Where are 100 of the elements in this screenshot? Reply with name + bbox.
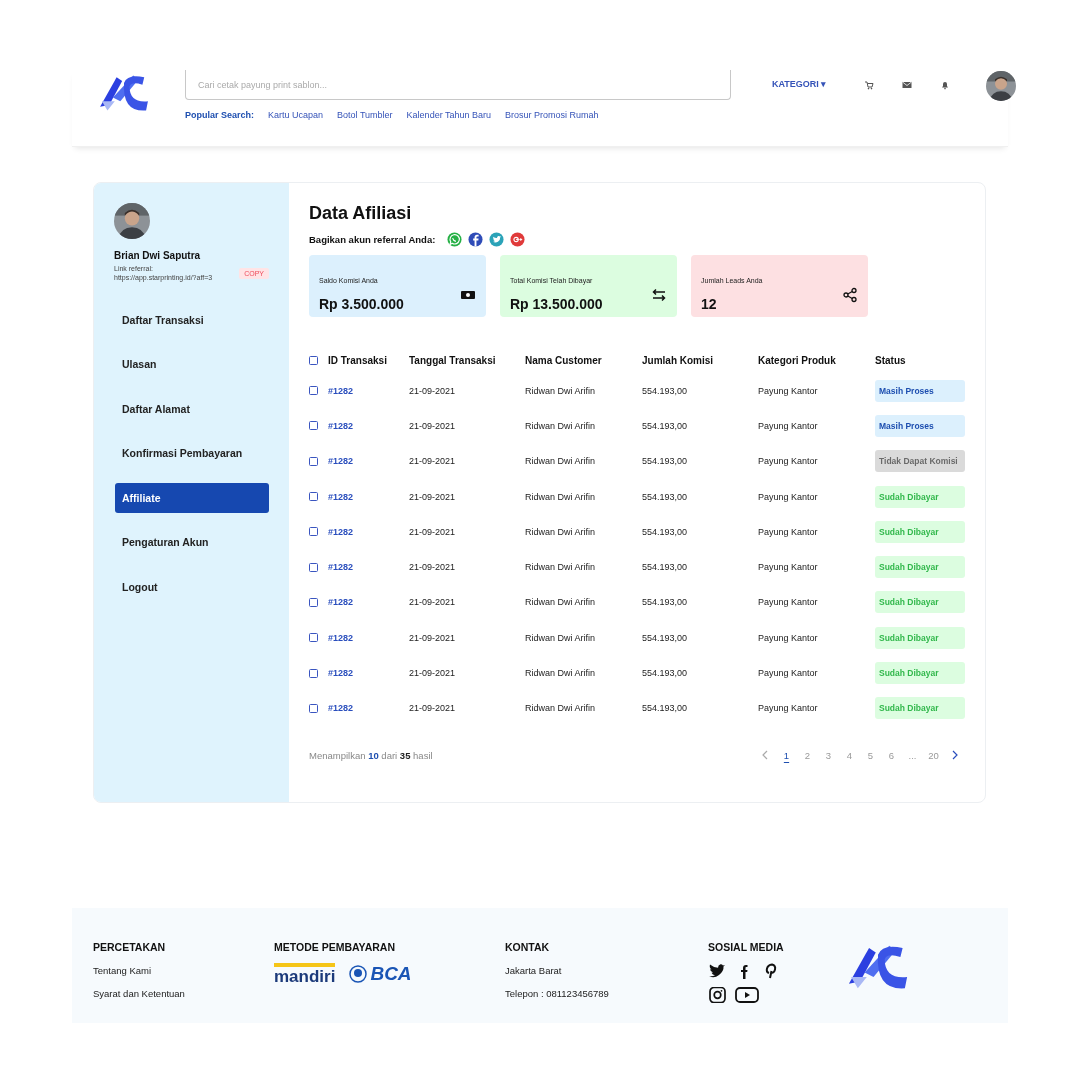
- menu-item[interactable]: Daftar Alamat: [115, 393, 269, 424]
- transaction-id-link[interactable]: #1282: [328, 703, 354, 714]
- status-badge: Sudah Dibayar: [875, 626, 965, 649]
- footer-link[interactable]: Tentang Kami: [93, 965, 274, 976]
- status-badge: Masih Proses: [875, 414, 965, 437]
- page-title: Data Afiliasi: [309, 203, 413, 224]
- table-cell: 554.193,00: [642, 420, 688, 431]
- checkbox[interactable]: [309, 562, 318, 572]
- column-header: Tanggal Transaksi: [409, 353, 497, 368]
- status-badge: Tidak Dapat Komisi: [875, 450, 965, 473]
- table-cell: Ridwan Dwi Arifin: [525, 562, 596, 573]
- popular-search-link[interactable]: Kartu Ucapan: [268, 110, 324, 120]
- status-badge: Sudah Dibayar: [875, 662, 965, 684]
- google-plus-icon[interactable]: [510, 232, 526, 247]
- menu-item[interactable]: Ulasan: [115, 349, 269, 379]
- popular-search-link[interactable]: Brosur Promosi Rumah: [505, 110, 599, 120]
- menu-item[interactable]: Affiliate: [115, 482, 269, 513]
- table-cell: 21-09-2021: [409, 668, 456, 678]
- footer-heading: SOSIAL MEDIA: [708, 941, 785, 953]
- bell-icon[interactable]: [940, 80, 951, 90]
- cart-icon[interactable]: [864, 80, 875, 90]
- bank-logo: mandiri: [274, 963, 336, 985]
- table-cell: 21-09-2021: [409, 456, 456, 467]
- transaction-id-link[interactable]: #1282: [328, 491, 354, 502]
- checkbox[interactable]: [309, 492, 318, 502]
- popular-search-link[interactable]: Botol Tumbler: [337, 110, 393, 120]
- menu-item[interactable]: Daftar Transaksi: [115, 304, 269, 335]
- table-cell: Ridwan Dwi Arifin: [525, 668, 596, 678]
- table-cell: Ridwan Dwi Arifin: [525, 597, 596, 608]
- table-cell: Payung Kantor: [758, 526, 818, 537]
- column-header: Nama Customer: [525, 353, 603, 368]
- transaction-id-link[interactable]: #1282: [328, 385, 354, 396]
- profile-name: Brian Dwi Saputra: [114, 250, 202, 261]
- table-cell: Ridwan Dwi Arifin: [525, 456, 596, 467]
- transaction-id-link[interactable]: #1282: [328, 668, 354, 678]
- checkbox[interactable]: [309, 527, 318, 537]
- table-cell: 554.193,00: [642, 668, 688, 678]
- table-cell: 21-09-2021: [409, 562, 456, 573]
- table-cell: Ridwan Dwi Arifin: [525, 632, 596, 643]
- transaction-id-link[interactable]: #1282: [328, 597, 354, 608]
- table-cell: Ridwan Dwi Arifin: [525, 420, 596, 431]
- status-badge: Sudah Dibayar: [875, 556, 965, 579]
- contact-text: Jakarta Barat: [505, 965, 563, 976]
- column-header: Kategori Produk: [758, 353, 837, 368]
- table-cell: 554.193,00: [642, 597, 688, 608]
- status-badge: Sudah Dibayar: [875, 591, 965, 614]
- table-cell: 554.193,00: [642, 526, 688, 537]
- transaction-id-link[interactable]: #1282: [328, 562, 354, 573]
- results-summary: Menampilkan 10 dari 35 hasil: [309, 749, 433, 761]
- checkbox[interactable]: [309, 633, 318, 643]
- transaction-id-link[interactable]: #1282: [328, 632, 354, 643]
- footer-heading: KONTAK: [505, 941, 551, 953]
- popular-search-label: Popular Search:: [185, 110, 255, 120]
- bank-logo: BCA: [349, 963, 412, 985]
- stat-value: 12: [701, 296, 718, 313]
- popular-search-link[interactable]: Kalender Tahun Baru: [406, 110, 491, 120]
- status-badge: Sudah Dibayar: [875, 520, 965, 543]
- search-field[interactable]: Cari cetak payung print sablon...: [185, 70, 731, 100]
- column-header: ID Transaksi: [328, 353, 388, 368]
- table-cell: Payung Kantor: [758, 562, 818, 573]
- table-cell: Payung Kantor: [758, 668, 818, 678]
- youtube-icon[interactable]: [735, 987, 759, 1003]
- chevron-right-icon[interactable]: [950, 750, 959, 761]
- instagram-icon[interactable]: [708, 987, 726, 1003]
- table-cell: 21-09-2021: [409, 420, 456, 431]
- facebook-icon[interactable]: [468, 232, 484, 247]
- checkbox[interactable]: [309, 421, 318, 431]
- checkbox[interactable]: [309, 456, 318, 466]
- whatsapp-icon[interactable]: [447, 232, 463, 247]
- column-header: Status: [875, 353, 907, 368]
- menu-item[interactable]: Konfirmasi Pembayaran: [115, 438, 269, 468]
- table-cell: Payung Kantor: [758, 491, 818, 502]
- transaction-id-link[interactable]: #1282: [328, 420, 354, 431]
- table-cell: Ridwan Dwi Arifin: [525, 491, 596, 502]
- table-cell: Ridwan Dwi Arifin: [525, 385, 596, 396]
- mail-icon[interactable]: [902, 80, 913, 90]
- avatar: [986, 71, 1017, 101]
- menu-item[interactable]: Pengaturan Akun: [115, 527, 269, 557]
- table-cell: Payung Kantor: [758, 632, 818, 643]
- twitter-icon[interactable]: [708, 963, 726, 979]
- category-menu[interactable]: KATEGORI ▾: [772, 79, 827, 89]
- share-icon: [842, 286, 858, 303]
- menu-item[interactable]: Logout: [115, 571, 269, 602]
- checkbox[interactable]: [309, 668, 318, 678]
- table-cell: 554.193,00: [642, 632, 688, 643]
- table-cell: Payung Kantor: [758, 385, 818, 396]
- checkbox[interactable]: [309, 355, 318, 365]
- status-badge: Sudah Dibayar: [875, 485, 965, 508]
- checkbox[interactable]: [309, 703, 318, 713]
- table-cell: 21-09-2021: [409, 385, 456, 396]
- table-cell: Payung Kantor: [758, 703, 818, 714]
- checkbox[interactable]: [309, 386, 318, 396]
- page-link[interactable]: 1: [776, 749, 797, 761]
- swap-arrows-icon: [651, 286, 667, 303]
- checkbox[interactable]: [309, 597, 318, 607]
- contact-text: Telepon : 081123456789: [505, 988, 610, 999]
- transaction-id-link[interactable]: #1282: [328, 456, 354, 467]
- table-cell: 21-09-2021: [409, 491, 456, 502]
- footer-link[interactable]: Syarat dan Ketentuan: [93, 988, 274, 999]
- transaction-id-link[interactable]: #1282: [328, 526, 354, 537]
